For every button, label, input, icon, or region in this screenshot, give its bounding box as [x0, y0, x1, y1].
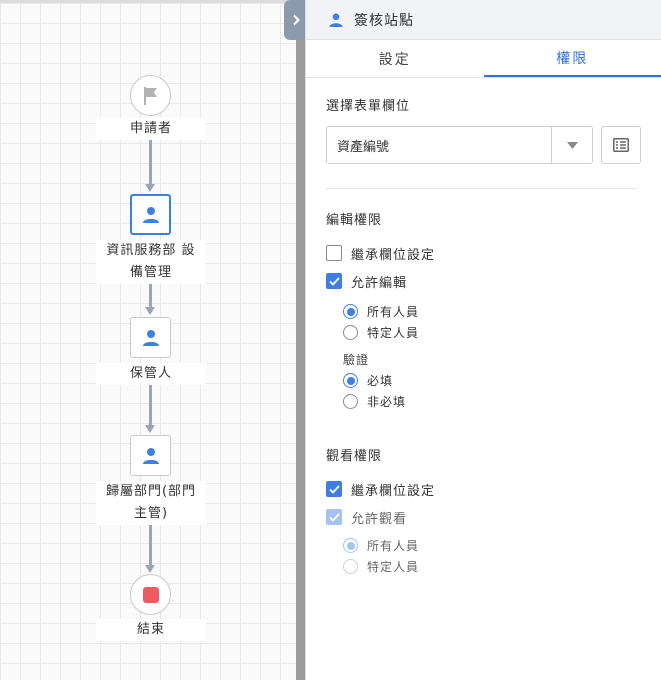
edit-scope-specific-radio[interactable] — [343, 325, 358, 340]
check-icon — [328, 512, 340, 522]
panel-header: 簽核站點 — [306, 0, 661, 40]
allow-view-checkbox — [326, 509, 342, 525]
connector — [149, 283, 152, 307]
view-scope-specific-radio — [343, 559, 358, 574]
view-scope-all-label: 所有人員 — [367, 539, 420, 553]
panel-title: 簽核站點 — [354, 12, 414, 29]
view-scope-all-row: 所有人員 — [326, 535, 641, 556]
approver-node-custodian[interactable] — [130, 317, 171, 358]
panel-splitter[interactable] — [296, 0, 305, 680]
validation-title: 驗證 — [343, 353, 370, 367]
edit-inherit-checkbox-row[interactable]: 繼承欄位設定 — [326, 239, 641, 267]
validation-optional-label: 非必填 — [367, 395, 407, 409]
stop-icon — [142, 586, 159, 603]
end-node[interactable] — [130, 574, 171, 615]
connector — [149, 138, 152, 184]
validation-optional-row[interactable]: 非必填 — [326, 391, 641, 412]
allow-edit-checkbox-row[interactable]: 允許編輯 — [326, 267, 641, 295]
end-node-label: 結束 — [96, 619, 206, 641]
allow-edit-checkbox[interactable] — [326, 273, 342, 289]
validation-optional-radio[interactable] — [343, 394, 358, 409]
properties-panel: 簽核站點 設定 權限 選擇表單欄位 資產編號 編輯權限 繼承欄位設定 允許編輯 … — [305, 0, 661, 680]
user-icon — [142, 447, 159, 464]
approver-node-label: 保管人 — [96, 363, 206, 385]
edit-scope-specific-label: 特定人員 — [367, 326, 420, 340]
approver-node-label: 資訊服務部 設 備管理 — [96, 240, 206, 284]
user-icon — [142, 329, 159, 346]
caret-down-icon — [566, 141, 578, 149]
validation-required-label: 必填 — [367, 374, 394, 388]
form-field-select-value: 資產編號 — [337, 139, 390, 155]
user-icon — [329, 13, 343, 27]
approver-node-it-service[interactable] — [130, 194, 171, 235]
check-icon — [328, 276, 340, 286]
edit-scope-all-row[interactable]: 所有人員 — [326, 301, 641, 322]
edit-scope-all-radio[interactable] — [343, 304, 358, 319]
panel-tabs: 設定 權限 — [306, 40, 661, 78]
view-permission-title: 觀看權限 — [326, 449, 383, 464]
user-icon — [142, 206, 159, 223]
flag-icon — [143, 86, 157, 105]
connector-arrow — [145, 307, 155, 315]
connector — [149, 522, 152, 565]
allow-view-label: 允許觀看 — [351, 511, 408, 527]
field-list-button[interactable] — [601, 126, 641, 164]
connector-arrow — [145, 425, 155, 433]
view-inherit-checkbox-row[interactable]: 繼承欄位設定 — [326, 475, 641, 503]
view-scope-specific-row: 特定人員 — [326, 556, 641, 577]
tab-permissions[interactable]: 權限 — [483, 40, 661, 77]
connector — [149, 383, 152, 425]
connector-arrow — [145, 565, 155, 573]
tab-settings[interactable]: 設定 — [306, 40, 484, 77]
check-icon — [328, 484, 340, 494]
edit-inherit-checkbox[interactable] — [326, 245, 342, 261]
section-divider — [326, 188, 637, 189]
list-icon — [613, 138, 630, 152]
flow-canvas[interactable]: 申請者 資訊服務部 設 備管理 保管人 歸屬部門(部門 主管) 結束 — [0, 0, 296, 680]
start-node[interactable] — [130, 75, 171, 116]
select-dropdown-toggle[interactable] — [551, 127, 592, 163]
allow-view-checkbox-row: 允許觀看 — [326, 503, 641, 531]
start-node-label: 申請者 — [96, 118, 206, 140]
edit-scope-all-label: 所有人員 — [367, 305, 420, 319]
allow-edit-label: 允許編輯 — [351, 275, 408, 291]
view-scope-all-radio — [343, 538, 358, 553]
approver-node-label: 歸屬部門(部門 主管) — [96, 481, 206, 525]
validation-required-radio[interactable] — [343, 373, 358, 388]
chevron-right-icon — [293, 14, 300, 26]
approver-node-dept-head[interactable] — [130, 435, 171, 476]
edit-scope-specific-row[interactable]: 特定人員 — [326, 322, 641, 343]
view-inherit-label: 繼承欄位設定 — [351, 483, 436, 499]
field-select-label: 選擇表單欄位 — [326, 99, 411, 114]
view-scope-specific-label: 特定人員 — [367, 560, 420, 574]
edit-permission-title: 編輯權限 — [326, 213, 383, 228]
form-field-select[interactable]: 資產編號 — [326, 126, 594, 164]
view-inherit-checkbox[interactable] — [326, 481, 342, 497]
connector-arrow — [145, 184, 155, 192]
edit-inherit-label: 繼承欄位設定 — [351, 247, 436, 263]
validation-required-row[interactable]: 必填 — [326, 370, 641, 391]
